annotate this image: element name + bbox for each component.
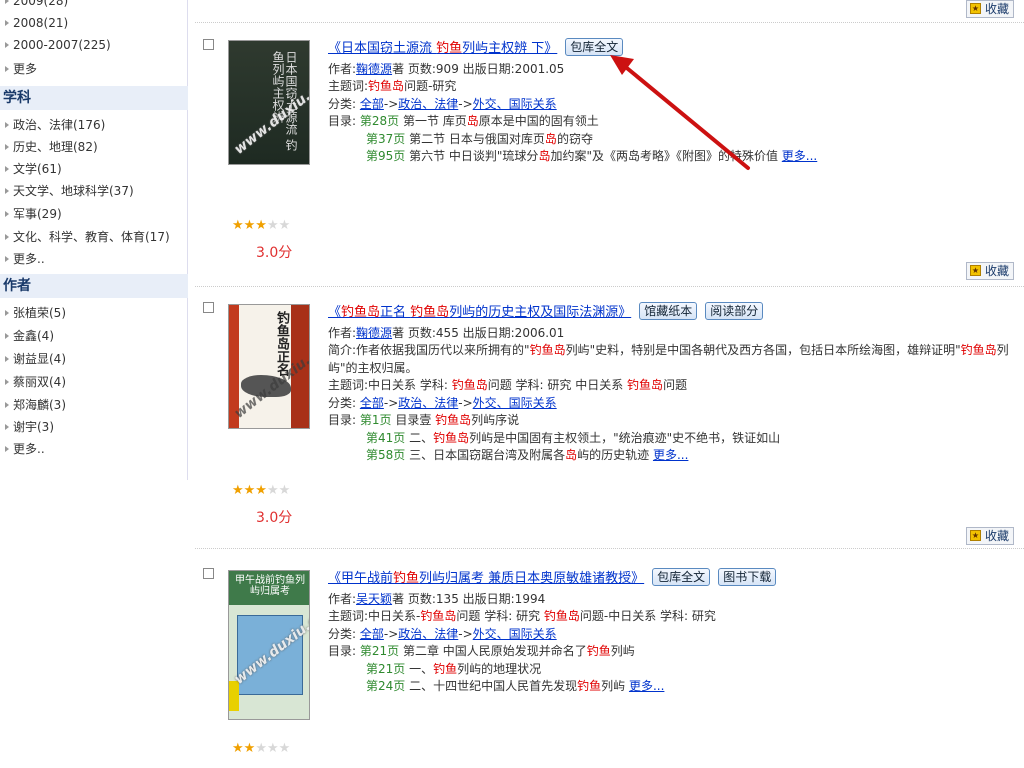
category-link[interactable]: 政治、法律 bbox=[398, 97, 458, 111]
more-link[interactable]: 更多... bbox=[629, 679, 664, 693]
sidebar-subject-item[interactable]: 文学(61) bbox=[5, 160, 62, 177]
more-link[interactable]: 更多... bbox=[653, 448, 688, 462]
category-link[interactable]: 外交、国际关系 bbox=[473, 396, 557, 410]
triangle-icon bbox=[5, 187, 9, 194]
rating-stars: ★★★★★ bbox=[232, 741, 291, 756]
triangle-icon bbox=[5, 233, 9, 240]
triangle-icon bbox=[5, 255, 9, 262]
triangle-icon bbox=[5, 401, 9, 408]
triangle-icon bbox=[5, 165, 9, 172]
triangle-icon bbox=[5, 332, 9, 339]
triangle-icon bbox=[5, 41, 9, 48]
full-text-button[interactable]: 包库全文 bbox=[652, 568, 711, 586]
triangle-icon bbox=[5, 423, 9, 430]
sidebar-subject-more[interactable]: 更多.. bbox=[5, 250, 45, 267]
favorite-button[interactable]: ★ 收藏 bbox=[965, 0, 1014, 18]
star-icon: ★ bbox=[969, 530, 981, 541]
sidebar-year-2008[interactable]: 2008(21) bbox=[5, 16, 68, 30]
book-title-link[interactable]: 《钓鱼岛正名 钓鱼岛列屿的历史主权及国际法渊源》 bbox=[328, 305, 631, 320]
favorite-button[interactable]: ★ 收藏 bbox=[965, 262, 1014, 280]
subject-heading: 学科 bbox=[0, 86, 188, 110]
divider bbox=[195, 286, 1024, 287]
rating-stars: ★★★★★ bbox=[232, 483, 291, 498]
triangle-icon bbox=[5, 19, 9, 26]
category-link[interactable]: 外交、国际关系 bbox=[473, 627, 557, 641]
category-link[interactable]: 外交、国际关系 bbox=[473, 97, 557, 111]
sidebar-author-item[interactable]: 金鑫(4) bbox=[5, 327, 54, 344]
result-info: 《钓鱼岛正名 钓鱼岛列屿的历史主权及国际法渊源》 馆藏纸本 阅读部分 作者:鞠德源著… bbox=[328, 302, 1009, 462]
author-link[interactable]: 鞠德源 bbox=[356, 62, 392, 76]
star-icon: ★ bbox=[969, 3, 981, 14]
category-link[interactable]: 政治、法律 bbox=[398, 627, 458, 641]
sidebar-author-item[interactable]: 郑海麟(3) bbox=[5, 396, 66, 413]
sidebar-subject-item[interactable]: 天文学、地球科学(37) bbox=[5, 182, 134, 199]
triangle-icon bbox=[5, 445, 9, 452]
sidebar-year-more[interactable]: 更多 bbox=[5, 60, 37, 77]
library-paper-button[interactable]: 馆藏纸本 bbox=[639, 302, 698, 320]
sidebar: 2009(28) 2008(21) 2000-2007(225) 更多 学科 政… bbox=[0, 0, 188, 480]
book-download-button[interactable]: 图书下载 bbox=[718, 568, 777, 586]
book-cover[interactable]: 日本国窃土源流 钓鱼列屿主权辨 www.duxiu.com bbox=[228, 40, 310, 165]
book-title-link[interactable]: 《甲午战前钓鱼列屿归属考 兼质日本奥原敏雄诸教授》 bbox=[328, 571, 644, 586]
triangle-icon bbox=[5, 0, 9, 4]
divider bbox=[195, 548, 1024, 549]
rating-score: 3.0分 bbox=[256, 245, 293, 261]
sidebar-year-2009[interactable]: 2009(28) bbox=[5, 0, 68, 8]
star-icon: ★ bbox=[969, 265, 981, 276]
triangle-icon bbox=[5, 143, 9, 150]
triangle-icon bbox=[5, 355, 9, 362]
select-checkbox[interactable] bbox=[203, 302, 214, 313]
sidebar-year-2000-2007[interactable]: 2000-2007(225) bbox=[5, 38, 111, 52]
rating-stars: ★★★★★ bbox=[232, 218, 291, 233]
sidebar-subject-item[interactable]: 文化、科学、教育、体育(17) bbox=[5, 228, 170, 245]
read-part-button[interactable]: 阅读部分 bbox=[705, 302, 764, 320]
sidebar-author-item[interactable]: 张植荣(5) bbox=[5, 304, 66, 321]
annotation-arrow-icon bbox=[610, 55, 750, 170]
book-title-link[interactable]: 《日本国窃土源流 钓鱼列屿主权辨 下》 bbox=[328, 41, 557, 56]
author-link[interactable]: 鞠德源 bbox=[356, 326, 392, 340]
triangle-icon bbox=[5, 65, 9, 72]
sidebar-subject-item[interactable]: 历史、地理(82) bbox=[5, 138, 98, 155]
book-cover[interactable]: 钓鱼岛正名 www.duxiu.com bbox=[228, 304, 310, 429]
favorite-button[interactable]: ★ 收藏 bbox=[965, 527, 1014, 545]
triangle-icon bbox=[5, 378, 9, 385]
author-link[interactable]: 吴天颖 bbox=[356, 592, 392, 606]
category-link[interactable]: 全部 bbox=[360, 97, 384, 111]
rating-score: 3.0分 bbox=[256, 510, 293, 526]
result-info: 《甲午战前钓鱼列屿归属考 兼质日本奥原敏雄诸教授》 包库全文 图书下载 作者:吴天颖… bbox=[328, 568, 1018, 696]
sidebar-author-item[interactable]: 谢益显(4) bbox=[5, 350, 66, 367]
select-checkbox[interactable] bbox=[203, 39, 214, 50]
select-checkbox[interactable] bbox=[203, 568, 214, 579]
triangle-icon bbox=[5, 309, 9, 316]
sidebar-subject-item[interactable]: 政治、法律(176) bbox=[5, 116, 105, 133]
triangle-icon bbox=[5, 210, 9, 217]
category-link[interactable]: 全部 bbox=[360, 627, 384, 641]
author-heading: 作者 bbox=[0, 274, 188, 298]
sidebar-author-item[interactable]: 谢宇(3) bbox=[5, 418, 54, 435]
result-item: 钓鱼岛正名 www.duxiu.com ★★★★★ 3.0分 《钓鱼岛正名 钓鱼… bbox=[195, 300, 1024, 550]
divider bbox=[195, 22, 1024, 23]
sidebar-author-item[interactable]: 蔡丽双(4) bbox=[5, 373, 66, 390]
result-item: 甲午战前钓鱼列屿归属考 www.duxiu.com ★★★★★ 《甲午战前钓鱼列… bbox=[195, 565, 1024, 768]
category-link[interactable]: 政治、法律 bbox=[398, 396, 458, 410]
book-cover[interactable]: 甲午战前钓鱼列屿归属考 www.duxiu.com bbox=[228, 570, 310, 720]
sidebar-subject-item[interactable]: 军事(29) bbox=[5, 205, 62, 222]
sidebar-author-more[interactable]: 更多.. bbox=[5, 440, 45, 457]
cover-title: 甲午战前钓鱼列屿归属考 bbox=[235, 575, 305, 597]
category-link[interactable]: 全部 bbox=[360, 396, 384, 410]
more-link[interactable]: 更多... bbox=[782, 149, 817, 163]
triangle-icon bbox=[5, 121, 9, 128]
